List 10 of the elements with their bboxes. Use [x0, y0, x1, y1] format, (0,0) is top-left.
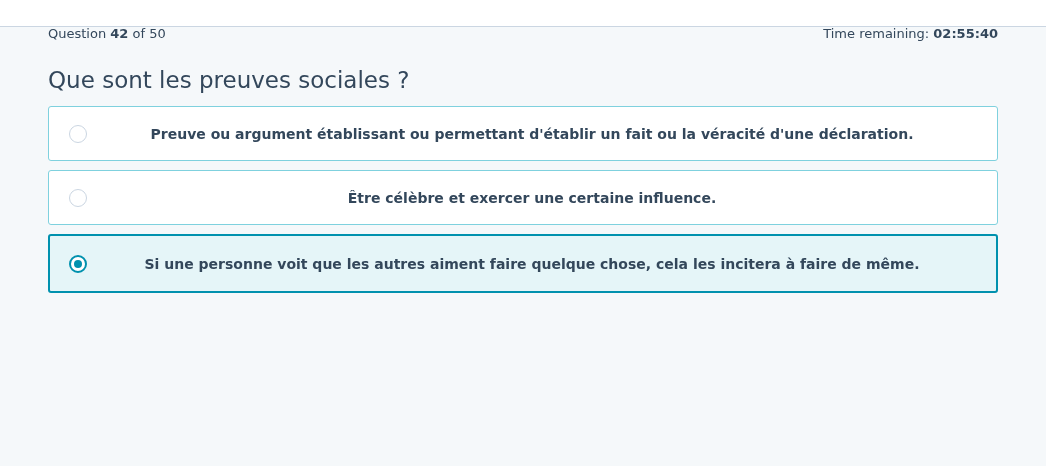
answer-option[interactable]: Si une personne voit que les autres aiment faire quelque chose, cela les incitera à faire de même.	[48, 234, 998, 293]
time-remaining: Time remaining: 02:55:40	[823, 26, 998, 41]
answer-text: Si une personne voit que les autres aiment faire quelque chose, cela les incitera à faire de même.	[143, 255, 921, 272]
answer-text: Être célèbre et exercer une certaine influence.	[346, 189, 718, 206]
question-title: Que sont les preuves sociales ?	[48, 67, 411, 93]
radio-button[interactable]	[69, 254, 87, 273]
answer-text: Preuve ou argument établissant ou permettant d'établir un fait ou la véracité d'une déclaration.	[149, 125, 915, 142]
answer-option[interactable]: Être célèbre et exercer une certaine influence.	[48, 170, 998, 225]
question-counter: Question 42 of 50	[48, 26, 166, 41]
answer-option[interactable]: Preuve ou argument établissant ou permettant d'établir un fait ou la véracité d'une déclaration.	[48, 106, 998, 161]
